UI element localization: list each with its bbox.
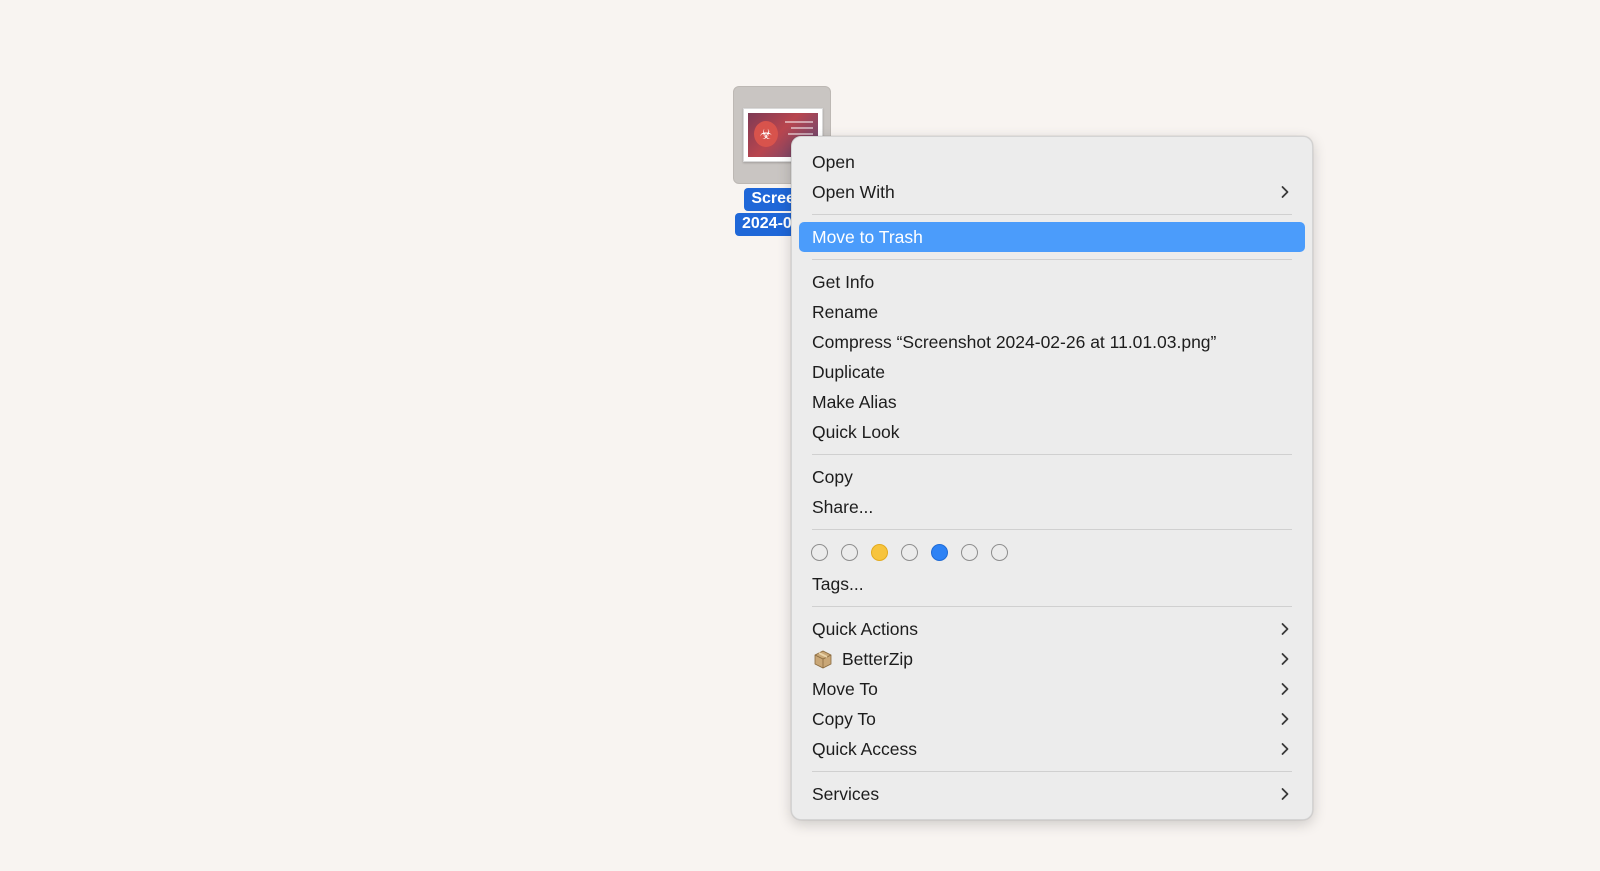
- tag-dot-none[interactable]: [901, 543, 918, 561]
- biohazard-icon: ☣: [754, 121, 778, 147]
- menu-item-move-to-trash[interactable]: Move to Trash: [799, 222, 1305, 252]
- tag-dot-none[interactable]: [811, 543, 828, 561]
- menu-item-open-with[interactable]: Open With: [799, 177, 1305, 207]
- tag-dot-none[interactable]: [961, 543, 978, 561]
- menu-item-duplicate[interactable]: Duplicate: [799, 357, 1305, 387]
- chevron-right-icon: [1281, 788, 1289, 800]
- menu-item-make-alias[interactable]: Make Alias: [799, 387, 1305, 417]
- menu-item-move-to[interactable]: Move To: [799, 674, 1305, 704]
- menu-item-copy[interactable]: Copy: [799, 462, 1305, 492]
- context-menu: Open Open With Move to Trash Get Info Re…: [791, 136, 1313, 820]
- chevron-right-icon: [1281, 683, 1289, 695]
- chevron-right-icon: [1281, 653, 1289, 665]
- chevron-right-icon: [1281, 623, 1289, 635]
- tag-dot-blue[interactable]: [931, 543, 948, 561]
- menu-separator: [812, 606, 1292, 607]
- menu-item-compress[interactable]: Compress “Screenshot 2024-02-26 at 11.01…: [799, 327, 1305, 357]
- menu-separator: [812, 259, 1292, 260]
- menu-item-quick-look[interactable]: Quick Look: [799, 417, 1305, 447]
- chevron-right-icon: [1281, 743, 1289, 755]
- menu-item-tags[interactable]: Tags...: [799, 569, 1305, 599]
- menu-separator: [812, 771, 1292, 772]
- menu-item-copy-to[interactable]: Copy To: [799, 704, 1305, 734]
- menu-item-quick-access[interactable]: Quick Access: [799, 734, 1305, 764]
- menu-item-services[interactable]: Services: [799, 779, 1305, 809]
- menu-separator: [812, 214, 1292, 215]
- menu-separator: [812, 529, 1292, 530]
- chevron-right-icon: [1281, 713, 1289, 725]
- tag-dot-none[interactable]: [991, 543, 1008, 561]
- menu-item-get-info[interactable]: Get Info: [799, 267, 1305, 297]
- menu-item-quick-actions[interactable]: Quick Actions: [799, 614, 1305, 644]
- chevron-right-icon: [1281, 186, 1289, 198]
- tag-colors-row: [799, 537, 1305, 567]
- menu-separator: [812, 454, 1292, 455]
- menu-item-rename[interactable]: Rename: [799, 297, 1305, 327]
- menu-item-open[interactable]: Open: [799, 147, 1305, 177]
- tag-dot-yellow[interactable]: [871, 543, 888, 561]
- menu-item-betterzip[interactable]: BetterZip: [799, 644, 1305, 674]
- tag-dot-none[interactable]: [841, 543, 858, 561]
- menu-item-share[interactable]: Share...: [799, 492, 1305, 522]
- betterzip-app-icon: [814, 650, 832, 669]
